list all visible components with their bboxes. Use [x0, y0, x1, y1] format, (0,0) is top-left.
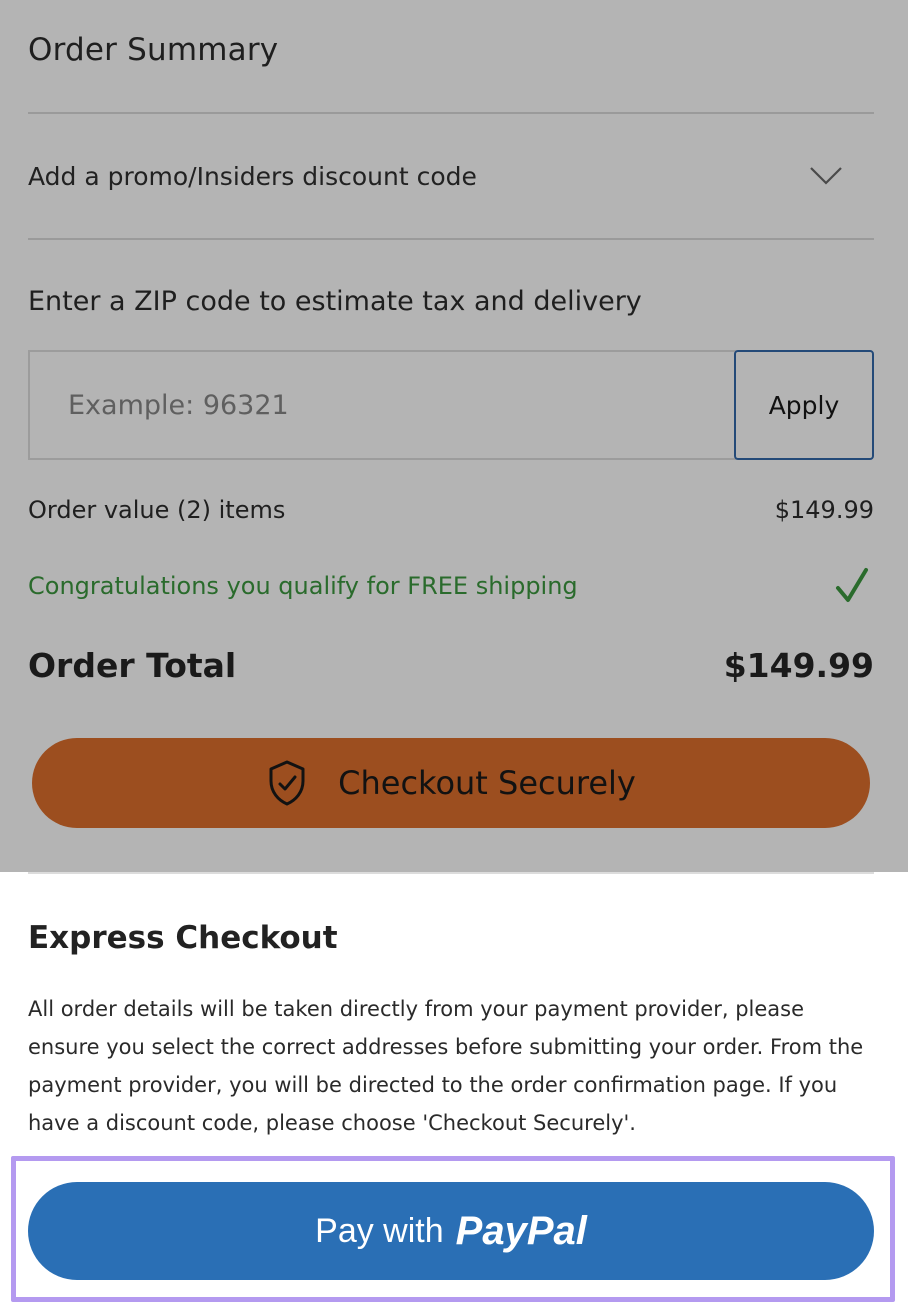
pay-with-paypal-button[interactable]: Pay with PayPal: [28, 1182, 874, 1280]
order-total-row: Order Total $149.99: [28, 646, 874, 685]
express-checkout-title: Express Checkout: [28, 920, 338, 956]
order-value-amount: $149.99: [774, 496, 874, 524]
checkout-securely-button[interactable]: Checkout Securely: [32, 738, 870, 828]
order-summary-title: Order Summary: [28, 32, 279, 68]
order-total-amount: $149.99: [723, 646, 874, 685]
express-checkout-description: All order details will be taken directly…: [28, 997, 864, 1135]
checkmark-icon: [836, 568, 868, 602]
zip-code-form: Apply: [28, 350, 874, 460]
free-shipping-row: Congratulations you qualify for FREE shi…: [28, 566, 874, 606]
chevron-down-icon: [810, 167, 842, 185]
free-shipping-message: Congratulations you qualify for FREE shi…: [28, 572, 578, 600]
apply-zip-button[interactable]: Apply: [734, 350, 874, 460]
zip-code-input[interactable]: [28, 350, 736, 460]
divider: [28, 238, 874, 240]
order-total-label: Order Total: [28, 646, 237, 685]
order-value-row: Order value (2) items $149.99: [28, 496, 874, 524]
checkout-securely-label: Checkout Securely: [338, 764, 636, 802]
divider: [28, 872, 874, 874]
promo-code-toggle[interactable]: Add a promo/Insiders discount code: [28, 114, 874, 238]
promo-code-label: Add a promo/Insiders discount code: [28, 161, 477, 191]
order-value-label: Order value (2) items: [28, 496, 286, 524]
paypal-button-prefix: Pay with: [315, 1211, 444, 1250]
zip-code-label: Enter a ZIP code to estimate tax and del…: [28, 286, 642, 317]
shield-check-icon: [269, 760, 305, 806]
paypal-logo: PayPal: [455, 1208, 587, 1253]
